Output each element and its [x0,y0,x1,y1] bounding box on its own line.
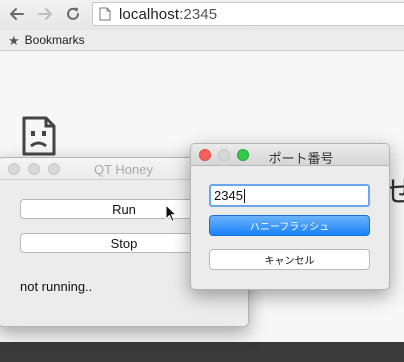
browser-toolbar: localhost:2345 [0,0,404,30]
reload-button[interactable] [62,3,84,25]
text-caret [243,188,245,203]
bookmarks-folder[interactable]: Bookmarks [25,33,85,47]
sad-page-icon [22,116,56,156]
port-number-input[interactable]: 2345 [209,184,370,207]
url-port: :2345 [179,5,218,23]
port-dialog-titlebar[interactable]: ポート番号 [191,144,389,166]
arrow-left-icon [10,8,24,20]
status-label: not running.. [20,279,93,294]
bookmarks-bar: ★ Bookmarks [0,30,404,51]
page-icon [99,7,111,21]
mouse-pointer-icon [165,204,177,223]
address-bar[interactable]: localhost:2345 [92,2,404,26]
url-text: localhost:2345 [119,6,217,23]
cancel-button[interactable]: キャンセル [209,249,370,270]
port-input-value: 2345 [214,188,243,203]
dialog-title: ポート番号 [268,151,334,166]
url-host: localhost [119,5,180,23]
forward-button[interactable] [34,3,56,25]
back-button[interactable] [6,3,28,25]
port-dialog: ポート番号 2345 ハニーフラッシュ キャンセル [190,143,390,290]
background-strip [0,342,404,362]
star-icon: ★ [8,32,20,48]
honey-flash-button[interactable]: ハニーフラッシュ [209,215,370,236]
arrow-right-icon [38,8,52,20]
reload-icon [67,7,79,20]
